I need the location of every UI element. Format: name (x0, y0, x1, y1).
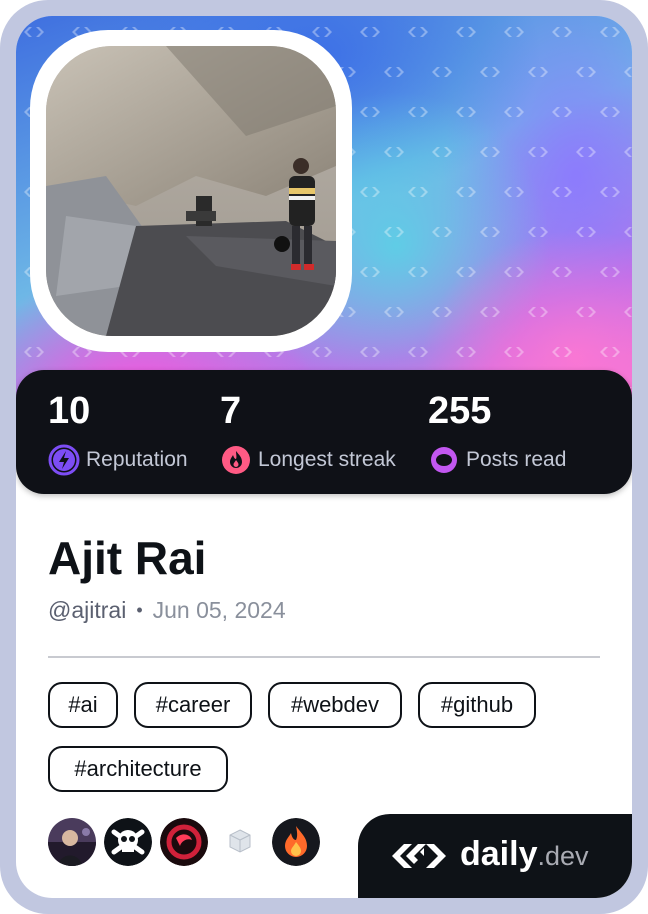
pattern-logo-mark (456, 27, 476, 37)
profile-meta: @ajitrai • Jun 05, 2024 (48, 594, 286, 626)
pattern-logo-mark (576, 147, 596, 157)
flame-badge (272, 818, 320, 866)
pattern-logo-mark (360, 27, 380, 37)
tag-ai[interactable]: #ai (48, 682, 118, 728)
pattern-logo-mark (624, 227, 632, 237)
stat-streak-value: 7 (220, 390, 242, 432)
pattern-logo-mark (504, 347, 524, 357)
cube-badge (216, 818, 264, 866)
pattern-logo-mark (504, 267, 524, 277)
pattern-logo-mark (528, 227, 548, 237)
meta-separator: • (136, 600, 143, 620)
pattern-logo-mark (456, 187, 476, 197)
tag-github[interactable]: #github (418, 682, 536, 728)
pattern-logo-mark (504, 107, 524, 117)
avatar (46, 46, 336, 336)
pattern-logo-mark (408, 27, 428, 37)
brand-suffix: .dev (537, 841, 589, 871)
pattern-logo-mark (312, 347, 332, 357)
pattern-logo-mark (624, 307, 632, 317)
profile-date: Jun 05, 2024 (152, 597, 286, 623)
pattern-logo-mark (432, 67, 452, 77)
pattern-logo-mark (384, 147, 404, 157)
pattern-logo-mark (600, 347, 620, 357)
tag-webdev[interactable]: #webdev (268, 682, 402, 728)
pattern-logo-mark (624, 67, 632, 77)
pattern-logo-mark (576, 67, 596, 77)
stat-reputation: 10 Reputation (48, 384, 188, 476)
profile-handle: @ajitrai (48, 597, 127, 623)
pattern-logo-mark (384, 227, 404, 237)
pattern-logo-mark (504, 187, 524, 197)
stat-streak-label: Longest streak (258, 448, 396, 471)
pattern-logo-mark (504, 27, 524, 37)
pattern-logo-mark (624, 147, 632, 157)
pattern-logo-mark (384, 67, 404, 77)
pattern-logo-mark (528, 307, 548, 317)
pattern-logo-mark (552, 107, 572, 117)
pattern-logo-mark (552, 347, 572, 357)
pattern-logo-mark (456, 267, 476, 277)
pattern-logo-mark (360, 107, 380, 117)
pattern-logo-mark (480, 307, 500, 317)
card-body: 10 Reputation 7 Longest streak 255 Posts… (16, 16, 632, 898)
pattern-logo-mark (408, 267, 428, 277)
brand-daily: daily (460, 835, 538, 873)
red-ring-badge (160, 818, 208, 866)
tag-architecture[interactable]: #architecture (48, 746, 228, 792)
pattern-logo-mark (360, 267, 380, 277)
devcard: 10 Reputation 7 Longest streak 255 Posts… (0, 0, 648, 914)
divider (48, 656, 600, 658)
pattern-logo-mark (600, 107, 620, 117)
pattern-logo-mark (576, 227, 596, 237)
stat-posts: 255 Posts read (428, 384, 566, 476)
daily-dev-logo-icon (388, 836, 450, 881)
brand-name: daily.dev (460, 832, 589, 878)
pattern-logo-mark (480, 227, 500, 237)
pattern-logo-mark (600, 267, 620, 277)
eye-icon (428, 444, 460, 476)
pattern-logo-mark (408, 107, 428, 117)
tag-career[interactable]: #career (134, 682, 252, 728)
pattern-logo-mark (480, 67, 500, 77)
stat-posts-value: 255 (428, 390, 492, 432)
flame-icon (220, 444, 252, 476)
pattern-logo-mark (600, 27, 620, 37)
lightning-icon (48, 444, 80, 476)
pattern-logo-mark (408, 187, 428, 197)
pattern-logo-mark (576, 307, 596, 317)
pattern-logo-mark (600, 187, 620, 197)
avatar-photo (46, 46, 336, 336)
pattern-logo-mark (384, 307, 404, 317)
pattern-logo-mark (552, 267, 572, 277)
pattern-logo-mark (528, 147, 548, 157)
brand-footer: daily.dev (358, 814, 632, 898)
pattern-logo-mark (312, 27, 332, 37)
pattern-logo-mark (456, 347, 476, 357)
pattern-logo-mark (432, 227, 452, 237)
profile-name: Ajit Rai (48, 532, 207, 584)
pattern-logo-mark (552, 187, 572, 197)
pattern-logo-mark (528, 67, 548, 77)
pattern-logo-mark (480, 147, 500, 157)
stat-streak: 7 Longest streak (220, 384, 396, 476)
pattern-logo-mark (552, 27, 572, 37)
stat-reputation-value: 10 (48, 390, 91, 432)
stats-bar: 10 Reputation 7 Longest streak 255 Posts… (16, 370, 632, 494)
pattern-logo-mark (24, 347, 44, 357)
pattern-logo-mark (360, 187, 380, 197)
stat-reputation-label: Reputation (86, 448, 188, 471)
stat-posts-label: Posts read (466, 448, 567, 471)
pattern-logo-mark (432, 307, 452, 317)
pattern-logo-mark (408, 347, 428, 357)
pattern-logo-mark (432, 147, 452, 157)
user-avatar-badge (48, 818, 96, 866)
skull-crossbones-badge (104, 818, 152, 866)
pattern-logo-mark (360, 347, 380, 357)
pattern-logo-mark (24, 27, 44, 37)
pattern-logo-mark (456, 107, 476, 117)
